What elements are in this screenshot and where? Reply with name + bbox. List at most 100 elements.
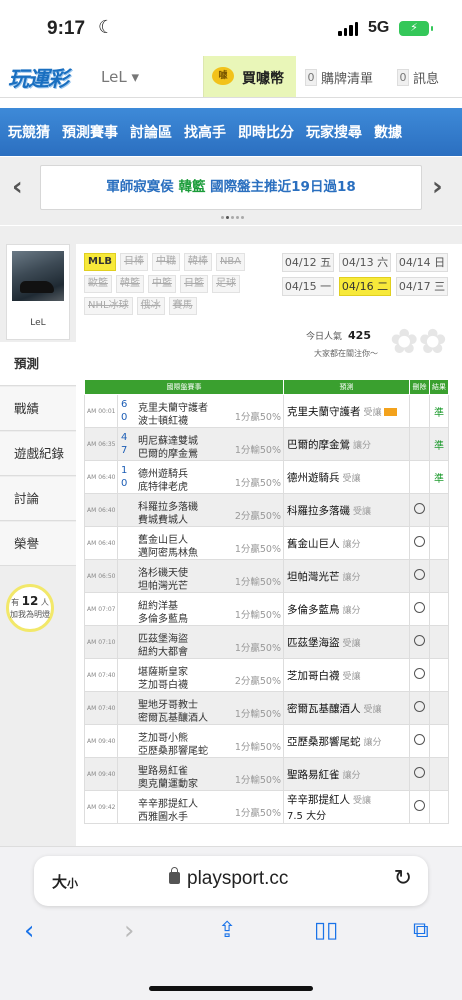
delete-radio-icon[interactable] <box>414 767 425 778</box>
delete-radio-icon[interactable] <box>414 536 425 547</box>
date-tab[interactable]: 04/13 六 <box>339 253 391 272</box>
cart-count: 0 <box>305 69 317 86</box>
share-icon[interactable]: ⇪ <box>218 916 236 946</box>
nav-item[interactable]: 玩競猜 <box>8 122 50 142</box>
date-tab[interactable]: 04/14 日 <box>396 253 448 272</box>
league-tab[interactable]: 中職 <box>151 253 180 271</box>
delete-cell[interactable] <box>409 691 430 725</box>
league-tab[interactable]: 賽馬 <box>168 297 197 315</box>
league-tab[interactable]: NBA <box>215 253 246 271</box>
match-cell[interactable]: 4 明尼蘇達雙城 7 巴爾的摩金鶯 1分輸50% <box>117 427 284 461</box>
pick-team: 坦帕灣光芒 <box>287 570 340 583</box>
date-tab[interactable]: 04/12 五 <box>282 253 334 272</box>
sidebar-item-predict[interactable]: 預測 <box>0 342 76 386</box>
league-tab[interactable]: 日棒 <box>119 253 148 271</box>
league-tab[interactable]: NHL冰球 <box>84 297 133 315</box>
delete-radio-icon[interactable] <box>414 800 425 811</box>
match-cell[interactable]: 辛辛那提紅人 西雅圖水手 1分贏50% <box>117 790 284 824</box>
match-cell[interactable]: 匹茲堡海盜 紐約大都會 1分贏50% <box>117 625 284 659</box>
chevron-left-icon[interactable]: ‹ <box>12 172 23 202</box>
delete-cell[interactable] <box>409 724 430 758</box>
nav-item[interactable]: 找高手 <box>184 122 226 142</box>
popularity-label: 今日人氣 <box>306 332 343 342</box>
match-cell[interactable]: 洛杉磯天使 坦帕灣光芒 1分輸50% <box>117 559 284 593</box>
pick-side: 讓分 <box>363 737 382 748</box>
match-cell[interactable]: 芝加哥小熊 亞歷桑那響尾蛇 1分輸50% <box>117 724 284 758</box>
delete-cell[interactable] <box>409 526 430 560</box>
sidebar-item-discussion[interactable]: 討論 <box>0 477 76 521</box>
banner-text: 國際盤主推近19日過18 <box>205 179 356 195</box>
table-row: AM 06:35 4 明尼蘇達雙城 7 巴爾的摩金鶯 1分輸50% 巴爾的摩金鶯 讓分準 <box>84 427 449 461</box>
delete-radio-icon[interactable] <box>414 503 425 514</box>
nav-item[interactable]: 玩家搜尋 <box>306 122 362 142</box>
forward-icon[interactable]: › <box>124 916 134 946</box>
league-tab[interactable]: 俄冰 <box>136 297 165 315</box>
delete-radio-icon[interactable] <box>414 569 425 580</box>
date-tab[interactable]: 04/16 二 <box>339 277 391 296</box>
delete-radio-icon[interactable] <box>414 635 425 646</box>
league-tab[interactable]: 中籃 <box>148 275 176 293</box>
tabs-icon[interactable]: ⧉ <box>413 916 429 946</box>
reload-icon[interactable]: ↻ <box>394 866 412 891</box>
buy-coins-button[interactable]: 噱 買噱幣 <box>203 56 296 97</box>
user-menu[interactable]: LeL ▾ <box>101 68 139 86</box>
handicap-odds: 1分輸50% <box>234 742 281 753</box>
nav-item[interactable]: 即時比分 <box>238 122 294 142</box>
game-time: AM 09:40 <box>84 757 118 791</box>
nav-item[interactable]: 討論區 <box>130 122 172 142</box>
match-cell[interactable]: 科羅拉多落磯 費城費城人 2分贏50% <box>117 493 284 527</box>
league-tab[interactable]: 日籃 <box>180 275 208 293</box>
away-score: 6 <box>121 399 128 410</box>
match-cell[interactable]: 6 克里夫蘭守護者 0 波士頓紅襪 1分贏50% <box>117 394 284 428</box>
site-logo[interactable]: 玩運彩 <box>8 63 69 93</box>
delete-cell[interactable] <box>409 625 430 659</box>
delete-radio-icon[interactable] <box>414 668 425 679</box>
delete-cell[interactable] <box>409 592 430 626</box>
match-cell[interactable]: 紐約洋基 多倫多藍鳥 1分輸50% <box>117 592 284 626</box>
delete-cell[interactable] <box>409 559 430 593</box>
match-cell[interactable]: 堪薩斯皇家 芝加哥白襪 2分贏50% <box>117 658 284 692</box>
lock-icon <box>169 867 180 884</box>
league-tab[interactable]: 歐籃 <box>84 275 112 293</box>
match-cell[interactable]: 聖地牙哥教士 密爾瓦基釀酒人 1分輸50% <box>117 691 284 725</box>
handicap-odds: 1分贏50% <box>234 412 281 423</box>
date-tab[interactable]: 04/17 三 <box>396 277 448 296</box>
delete-cell[interactable] <box>409 757 430 791</box>
league-tab[interactable]: 韓籃 <box>116 275 144 293</box>
league-tab[interactable]: MLB <box>84 253 116 271</box>
sidebar-item-game-log[interactable]: 遊戲紀錄 <box>0 432 76 476</box>
league-tab[interactable]: 足球 <box>212 275 240 293</box>
delete-radio-icon[interactable] <box>414 734 425 745</box>
helpers-bulb[interactable]: 有 12 人 加我為明燈 <box>6 584 54 632</box>
delete-radio-icon[interactable] <box>414 602 425 613</box>
buy-coins-label: 買噱幣 <box>242 71 284 87</box>
match-cell[interactable]: 1 德州遊騎兵 0 底特律老虎 1分贏50% <box>117 460 284 494</box>
match-cell[interactable]: 聖路易紅雀 奧克蘭運動家 1分輸50% <box>117 757 284 791</box>
league-tab[interactable]: 韓棒 <box>183 253 212 271</box>
cart-link[interactable]: 0 購牌清單 <box>305 68 373 87</box>
match-cell[interactable]: 舊金山巨人 邁阿密馬林魚 1分贏50% <box>117 526 284 560</box>
promo-banner[interactable]: 軍師寂寞侯 韓籃 國際盤主推近19日過18 <box>40 165 422 210</box>
reader-settings-button[interactable]: 大小 <box>52 871 78 892</box>
delete-cell[interactable] <box>409 493 430 527</box>
messages-link[interactable]: 0 訊息 <box>397 68 439 87</box>
sidebar-item-honors[interactable]: 榮譽 <box>0 522 76 566</box>
game-time: AM 06:50 <box>84 559 118 593</box>
sidebar-item-record[interactable]: 戰績 <box>0 387 76 431</box>
delete-radio-icon[interactable] <box>414 701 425 712</box>
home-team: 費城費城人 <box>138 515 188 526</box>
delete-cell[interactable] <box>409 658 430 692</box>
nav-item[interactable]: 預測賽事 <box>62 122 118 142</box>
profile-sidebar: LeL 預測 戰績 遊戲紀錄 討論 榮譽 <box>0 244 76 846</box>
back-icon[interactable]: ‹ <box>24 916 34 946</box>
home-score: 0 <box>121 412 128 423</box>
avatar[interactable] <box>12 251 64 301</box>
nav-item[interactable]: 數據 <box>374 122 402 142</box>
bookmarks-icon[interactable]: ▯▯ <box>314 916 338 946</box>
table-row: AM 06:40 科羅拉多落磯 費城費城人 2分贏50% 科羅拉多落磯 受讓 <box>84 493 449 527</box>
address-bar[interactable]: 大小 playsport.cc ↻ <box>34 856 428 906</box>
delete-cell[interactable] <box>409 790 430 824</box>
chevron-right-icon[interactable]: › <box>432 172 443 202</box>
date-tab[interactable]: 04/15 一 <box>282 277 334 296</box>
pick-cell: 辛辛那提紅人 受讓 7.5 大分 <box>283 790 410 824</box>
